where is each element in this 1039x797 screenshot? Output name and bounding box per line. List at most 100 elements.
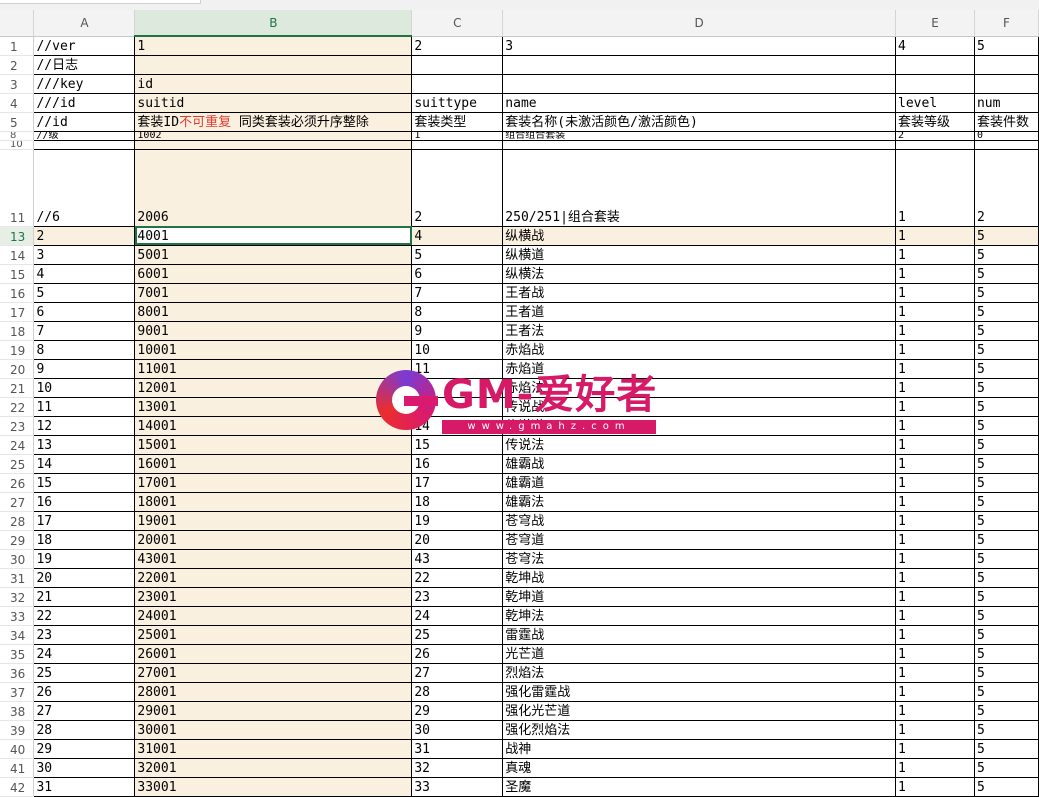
row-header[interactable]: 26 [0,473,35,493]
cell-a[interactable]: 10 [33,378,136,398]
cell-d[interactable]: 乾坤法 [502,606,897,626]
cell-c[interactable]: 22 [411,568,504,588]
cell-c[interactable]: 18 [411,492,504,512]
cell-c[interactable]: 29 [411,701,504,721]
row-header[interactable]: 35 [0,644,35,664]
cell-b[interactable]: 28001 [134,682,413,702]
cell-e[interactable]: 1 [895,511,975,531]
cell-c[interactable]: 31 [411,739,504,759]
cell-d[interactable] [502,55,897,75]
cell-d[interactable]: 烈焰法 [502,663,897,683]
row-header[interactable]: 42 [0,777,35,797]
cell-e[interactable]: 1 [895,416,975,436]
cell-a[interactable]: //级 [33,131,136,141]
cell-f[interactable] [974,55,1039,75]
cell-c[interactable]: 20 [411,530,504,550]
row-header[interactable]: 38 [0,701,35,721]
cell-a[interactable]: 26 [33,682,136,702]
select-all-corner[interactable] [0,10,35,37]
cell-b[interactable]: 5001 [134,245,413,265]
cell-d[interactable]: 250/251|组合套装 [502,149,897,227]
cell-b[interactable] [134,55,413,75]
cell-b[interactable]: 12001 [134,378,413,398]
cell-b[interactable]: id [134,74,413,94]
cell-f[interactable]: 5 [974,492,1039,512]
cell-d[interactable]: 苍穹道 [502,530,897,550]
cell-e[interactable]: 1 [895,321,975,341]
cell-f[interactable]: 5 [974,739,1039,759]
cell-a[interactable]: 9 [33,359,136,379]
cell-e[interactable]: 1 [895,302,975,322]
cell-f[interactable]: 5 [974,473,1039,493]
cell-a[interactable]: 4 [33,264,136,284]
cell-b[interactable]: 2006 [134,149,413,227]
cell-c[interactable]: 30 [411,720,504,740]
cell-a[interactable]: 5 [33,283,136,303]
cell-c[interactable]: 23 [411,587,504,607]
cell-b[interactable]: 29001 [134,701,413,721]
cell-a[interactable]: 2 [33,226,136,246]
cell-b[interactable]: 6001 [134,264,413,284]
cell-b[interactable]: 13001 [134,397,413,417]
cell-a[interactable]: 23 [33,625,136,645]
row-header[interactable]: 8 [0,131,35,141]
cell-e[interactable]: 1 [895,226,975,246]
cell-c[interactable]: 6 [411,264,504,284]
cell-c[interactable]: 32 [411,758,504,778]
row-header[interactable]: 21 [0,378,35,398]
row-header[interactable]: 19 [0,340,35,360]
cell-a[interactable]: 3 [33,245,136,265]
cell-d[interactable]: 王者法 [502,321,897,341]
cell-f[interactable]: 5 [974,340,1039,360]
cell-f[interactable]: 5 [974,511,1039,531]
cell-f[interactable]: 5 [974,454,1039,474]
cell-a[interactable]: 29 [33,739,136,759]
row-header[interactable]: 41 [0,758,35,778]
cell-d[interactable]: 3 [502,36,897,56]
cell-b[interactable]: 11001 [134,359,413,379]
cell-b[interactable]: 17001 [134,473,413,493]
row-header[interactable]: 13 [0,226,35,246]
cell-e[interactable]: 1 [895,777,975,797]
cell-b[interactable]: suitid [134,93,413,113]
cell-d[interactable]: 圣魔 [502,777,897,797]
row-header[interactable]: 4 [0,93,35,113]
cell-c[interactable]: 2 [411,149,504,227]
cell-c[interactable]: 19 [411,511,504,531]
cell-e[interactable]: 1 [895,625,975,645]
cell-c[interactable]: 16 [411,454,504,474]
cell-b[interactable]: 43001 [134,549,413,569]
cell-c[interactable]: 26 [411,644,504,664]
cell-e[interactable]: 1 [895,283,975,303]
cell-f[interactable]: num [974,93,1039,113]
cell-f[interactable]: 5 [974,530,1039,550]
row-header[interactable]: 37 [0,682,35,702]
cell-f[interactable]: 5 [974,264,1039,284]
row-header[interactable]: 32 [0,587,35,607]
cell-c[interactable] [411,55,504,75]
cell-a[interactable]: //ver [33,36,136,56]
cell-a[interactable] [33,140,136,150]
column-header-e[interactable]: E [895,10,975,37]
cell-e[interactable]: 1 [895,149,975,227]
column-header-b[interactable]: B [134,10,413,37]
row-header[interactable]: 36 [0,663,35,683]
cell-f[interactable]: 5 [974,302,1039,322]
cell-b[interactable]: 1 [134,36,413,56]
cell-e[interactable]: 1 [895,530,975,550]
row-header[interactable]: 22 [0,397,35,417]
row-header[interactable]: 14 [0,245,35,265]
row-header[interactable]: 16 [0,283,35,303]
row-header[interactable]: 15 [0,264,35,284]
cell-a[interactable]: 28 [33,720,136,740]
cell-f[interactable]: 5 [974,644,1039,664]
cell-e[interactable]: 1 [895,264,975,284]
row-header[interactable]: 39 [0,720,35,740]
cell-a[interactable]: 17 [33,511,136,531]
cell-a[interactable]: //id [33,112,136,132]
column-header-f[interactable]: F [974,10,1039,37]
cell-b[interactable]: 14001 [134,416,413,436]
cell-e[interactable]: 1 [895,758,975,778]
cell-b[interactable]: 8001 [134,302,413,322]
cell-e[interactable]: 1 [895,454,975,474]
